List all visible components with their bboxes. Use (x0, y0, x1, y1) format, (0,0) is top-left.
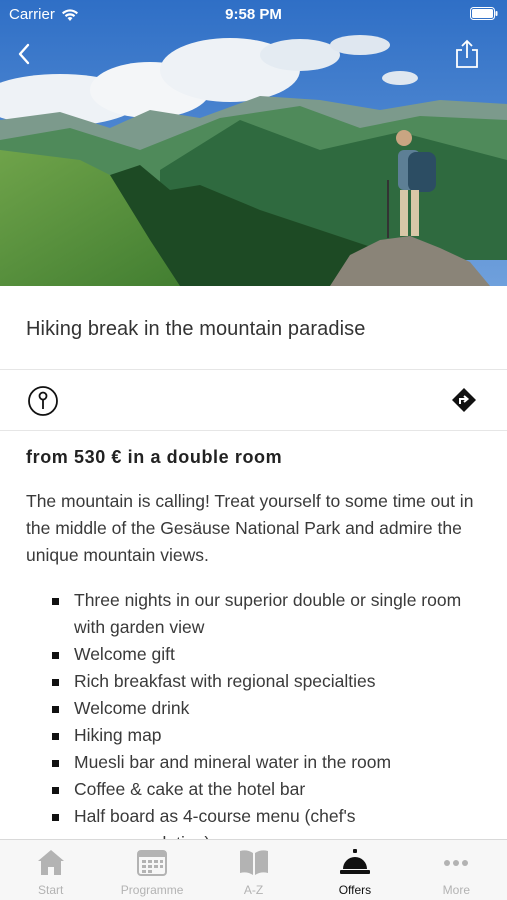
map-pin-icon (28, 386, 58, 416)
tab-more[interactable]: More (406, 840, 507, 900)
feature-item: Coffee & cake at the hotel bar (26, 776, 486, 803)
offer-intro: The mountain is calling! Treat yourself … (26, 491, 474, 565)
action-row (0, 370, 507, 431)
feature-item: Hiking map (26, 722, 486, 749)
service-bell-icon (339, 849, 370, 874)
more-dots-icon (444, 860, 469, 866)
offer-content: from 530 € in a double room The mountain… (26, 431, 486, 857)
book-icon (239, 850, 268, 875)
tab-label: Programme (120, 883, 184, 897)
tab-start[interactable]: Start (0, 840, 101, 900)
feature-item: Three nights in our superior double or s… (26, 587, 486, 641)
tab-a-z[interactable]: A-Z (203, 840, 304, 900)
directions-button[interactable] (451, 387, 477, 413)
home-icon (37, 850, 64, 875)
offer-price: from 530 € in a double room (26, 447, 283, 467)
status-bar: Carrier 9:58 PM (0, 0, 507, 30)
battery-icon (470, 7, 498, 24)
calendar-icon (137, 850, 168, 876)
tab-offers[interactable]: Offers (304, 840, 405, 900)
feature-item: Muesli bar and mineral water in the room (26, 749, 486, 776)
directions-icon (452, 388, 476, 412)
share-icon (456, 39, 478, 68)
tab-label: Start (38, 883, 64, 897)
chevron-left-icon (18, 43, 30, 65)
feature-item: Rich breakfast with regional specialties (26, 668, 486, 695)
feature-list: Three nights in our superior double or s… (26, 587, 486, 857)
back-button[interactable] (6, 36, 42, 72)
feature-item: Welcome drink (26, 695, 486, 722)
offer-title-section: Hiking break in the mountain paradise (0, 286, 507, 370)
tab-programme[interactable]: Programme (101, 840, 202, 900)
hero-image: Carrier 9:58 PM (0, 0, 507, 286)
feature-item: Welcome gift (26, 641, 486, 668)
clock: 9:58 PM (225, 6, 282, 23)
mountain-landscape-image (0, 0, 507, 286)
offer-title: Hiking break in the mountain paradise (26, 318, 366, 340)
location-button[interactable] (27, 385, 59, 417)
share-button[interactable] (449, 36, 485, 72)
tab-bar: Start Programme A-Z Offers More (0, 839, 507, 900)
tab-label: Offers (338, 883, 372, 897)
tab-label: A-Z (243, 883, 264, 897)
tab-label: More (442, 883, 470, 897)
